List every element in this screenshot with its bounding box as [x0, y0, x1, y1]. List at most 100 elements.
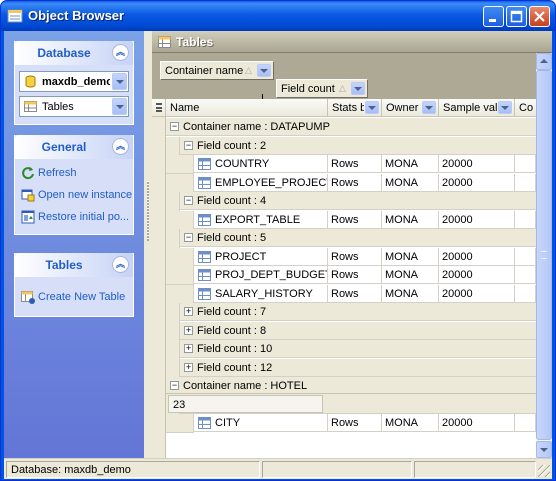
tables-group-header[interactable]: Tables ︽	[15, 253, 133, 277]
cell-comment[interactable]	[515, 414, 536, 432]
object-type-select[interactable]: Tables	[19, 96, 129, 117]
cell-stats[interactable]: Rows	[328, 210, 382, 229]
close-button[interactable]	[529, 6, 550, 27]
table-row[interactable]: PROJECT Rows MONA 20000	[152, 247, 536, 267]
cell-owner[interactable]: MONA	[382, 155, 439, 173]
general-group: General ︽ Refresh Open new instance Rest…	[14, 135, 134, 235]
field-count-group-row[interactable]: + Field count : 7	[180, 303, 536, 321]
cell-sample[interactable]: 20000	[439, 284, 515, 303]
collapse-icon[interactable]: −	[184, 140, 193, 150]
cell-sample[interactable]: 20000	[439, 414, 515, 432]
pane-splitter[interactable]	[144, 31, 152, 458]
cell-name[interactable]: COUNTRY	[194, 155, 328, 173]
scroll-down-icon[interactable]	[536, 441, 552, 458]
expand-icon[interactable]: +	[184, 325, 193, 335]
group-chip-field-count[interactable]: Field count △	[276, 79, 368, 98]
column-header-sample[interactable]: Sample vali	[439, 99, 515, 117]
field-count-group-row[interactable]: − Field count : 2	[180, 136, 536, 155]
table-row[interactable]: SALARY_HISTORY Rows MONA 20000	[152, 284, 536, 304]
cell-comment[interactable]	[515, 173, 536, 192]
field-count-group-row[interactable]: + Field count : 10	[180, 340, 536, 358]
cell-name[interactable]: SALARY_HISTORY	[194, 284, 328, 303]
cell-owner[interactable]: MONA	[382, 210, 439, 229]
open-new-instance-link[interactable]: Open new instance	[19, 185, 132, 207]
minimize-button[interactable]	[483, 6, 504, 27]
expand-icon[interactable]: +	[184, 362, 193, 372]
table-row[interactable]: EMPLOYEE_PROJECT Rows MONA 20000	[152, 173, 536, 193]
cell-name[interactable]: CITY	[194, 414, 328, 432]
group-row-label: Field count : 7	[197, 306, 267, 318]
container-group-row[interactable]: − Container name : DATAPUMP	[166, 118, 536, 136]
maximize-button[interactable]	[506, 6, 527, 27]
column-header-owner[interactable]: Owner	[382, 99, 439, 117]
dropdown-arrow-icon[interactable]	[112, 98, 127, 115]
cell-comment[interactable]	[515, 247, 536, 266]
resize-grip-icon[interactable]	[538, 465, 550, 477]
cell-sample[interactable]: 20000	[439, 155, 515, 173]
cell-stats[interactable]: Rows	[328, 284, 382, 303]
filter-dropdown-icon[interactable]	[365, 101, 379, 114]
filter-dropdown-icon[interactable]	[351, 82, 365, 95]
cell-stats[interactable]: Rows	[328, 414, 382, 432]
vertical-scrollbar[interactable]	[536, 53, 552, 458]
table-row[interactable]: EXPORT_TABLE Rows MONA 20000	[152, 210, 536, 230]
filter-dropdown-icon[interactable]	[257, 64, 271, 77]
cell-sample[interactable]: 20000	[439, 173, 515, 192]
cell-sample[interactable]: 20000	[439, 266, 515, 284]
cell-sample[interactable]: 20000	[439, 210, 515, 229]
cell-name[interactable]: EXPORT_TABLE	[194, 210, 328, 229]
cell-comment[interactable]	[515, 210, 536, 229]
cell-stats[interactable]: Rows	[328, 173, 382, 192]
restore-initial-position-link[interactable]: Restore initial po...	[19, 207, 129, 229]
column-chooser-icon[interactable]	[152, 99, 166, 117]
filter-dropdown-icon[interactable]	[498, 101, 512, 114]
cell-name[interactable]: EMPLOYEE_PROJECT	[194, 173, 328, 192]
collapse-icon[interactable]: −	[170, 122, 179, 131]
collapse-icon[interactable]: −	[184, 233, 193, 242]
cell-name[interactable]: PROJECT	[194, 247, 328, 266]
cell-owner[interactable]: MONA	[382, 414, 439, 432]
database-select[interactable]: maxdb_demo	[19, 71, 129, 92]
expand-icon[interactable]: +	[184, 344, 193, 353]
cell-name[interactable]: PROJ_DEPT_BUDGET	[194, 266, 328, 284]
status-panel-empty	[414, 461, 536, 478]
filter-dropdown-icon[interactable]	[422, 101, 436, 114]
create-new-table-link[interactable]: Create New Table	[19, 287, 129, 309]
title-bar[interactable]: Object Browser	[1, 1, 555, 31]
cell-stats[interactable]: Rows	[328, 155, 382, 173]
cell-comment[interactable]	[515, 266, 536, 284]
cell-owner[interactable]: MONA	[382, 173, 439, 192]
table-icon	[198, 176, 211, 189]
cell-stats[interactable]: Rows	[328, 247, 382, 266]
cell-stats[interactable]: Rows	[328, 266, 382, 284]
cell-comment[interactable]	[515, 284, 536, 303]
cell-owner[interactable]: MONA	[382, 266, 439, 284]
refresh-link[interactable]: Refresh	[19, 163, 129, 185]
scroll-up-icon[interactable]	[536, 53, 552, 70]
general-group-header[interactable]: General ︽	[15, 135, 133, 159]
column-header-name[interactable]: Name	[166, 99, 328, 117]
expand-icon[interactable]: +	[184, 307, 193, 316]
table-row[interactable]: COUNTRY Rows MONA 20000	[152, 155, 536, 174]
collapse-chevron-icon[interactable]: ︽	[112, 256, 129, 273]
collapse-chevron-icon[interactable]: ︽	[112, 138, 129, 155]
database-group-header[interactable]: Database ︽	[15, 41, 133, 65]
collapse-icon[interactable]: −	[170, 381, 179, 390]
collapse-icon[interactable]: −	[184, 196, 193, 205]
cell-sample[interactable]: 20000	[439, 247, 515, 266]
cell-comment[interactable]	[515, 155, 536, 173]
dropdown-arrow-icon[interactable]	[112, 73, 127, 90]
field-count-group-row[interactable]: − Field count : 5	[180, 229, 536, 247]
scroll-thumb[interactable]	[536, 70, 552, 440]
cell-owner[interactable]: MONA	[382, 284, 439, 303]
group-chip-container-name[interactable]: Container name △	[160, 61, 274, 80]
field-count-group-row[interactable]: + Field count : 12	[180, 358, 536, 377]
table-row[interactable]: CITY Rows MONA 20000	[152, 414, 536, 433]
table-row[interactable]: PROJ_DEPT_BUDGET Rows MONA 20000	[152, 266, 536, 285]
column-header-stats[interactable]: Stats b	[328, 99, 382, 117]
collapse-chevron-icon[interactable]: ︽	[112, 44, 129, 61]
field-count-group-row[interactable]: + Field count : 8	[180, 321, 536, 340]
cell-owner[interactable]: MONA	[382, 247, 439, 266]
column-header-comment[interactable]: Co	[515, 99, 536, 117]
field-count-group-row[interactable]: − Field count : 4	[180, 192, 536, 210]
